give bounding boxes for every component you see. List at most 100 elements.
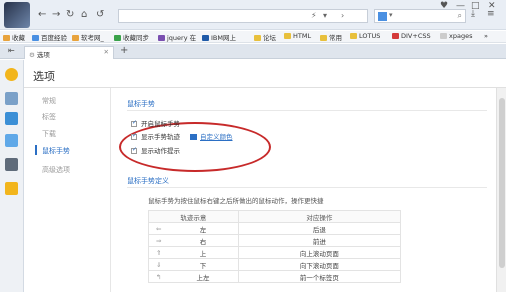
site-icon bbox=[392, 33, 399, 39]
page-icon bbox=[440, 33, 447, 39]
sidebar-toggle-icon[interactable]: ⇤ bbox=[8, 46, 15, 55]
settings-nav: 常规 标签 下载 鼠标手势 高级选项 bbox=[24, 88, 110, 292]
weibo-icon[interactable] bbox=[5, 92, 18, 105]
active-indicator bbox=[35, 145, 37, 155]
nav-item-advanced[interactable]: 高级选项 bbox=[42, 165, 70, 175]
section-title-gestures: 鼠标手势 bbox=[127, 100, 155, 108]
scrollbar-thumb[interactable] bbox=[499, 98, 505, 268]
divider bbox=[127, 187, 487, 188]
forward-icon[interactable]: → bbox=[52, 9, 60, 20]
close-window-icon[interactable]: ✕ bbox=[488, 1, 496, 11]
image-icon[interactable] bbox=[5, 112, 18, 125]
table-row: ⇐ 左 后退 bbox=[148, 222, 402, 235]
custom-color-link[interactable]: 自定义颜色 bbox=[200, 133, 233, 141]
folder-icon bbox=[350, 33, 357, 39]
bookmark-item[interactable]: IBM网上 bbox=[202, 32, 236, 42]
reader-icon[interactable] bbox=[5, 158, 18, 171]
track-cell: 左 bbox=[168, 222, 239, 235]
app-icon[interactable] bbox=[5, 182, 18, 195]
column-header: 对应操作 bbox=[237, 210, 402, 223]
show-action-hint-option[interactable]: 显示动作提示 bbox=[131, 145, 180, 155]
track-cell: 上左 bbox=[168, 270, 239, 283]
search-icon[interactable]: ⌕ bbox=[458, 11, 462, 21]
nav-item-general[interactable]: 常规 bbox=[42, 96, 56, 106]
enable-gestures-option[interactable]: 开启鼠标手势 bbox=[131, 118, 180, 128]
maximize-icon[interactable]: □ bbox=[471, 1, 480, 11]
sidebar bbox=[0, 60, 24, 292]
tab-options[interactable]: ⚙ 选项 ✕ bbox=[24, 46, 114, 59]
bookmark-item[interactable]: 论坛 bbox=[254, 32, 276, 42]
bookmark-item[interactable]: 收藏同步 bbox=[114, 32, 149, 42]
close-tab-icon[interactable]: ✕ bbox=[104, 48, 109, 56]
bookmark-item[interactable]: HTML bbox=[284, 32, 311, 40]
search-engine-dropdown-icon[interactable]: ▾ bbox=[389, 11, 393, 19]
column-header: 轨迹示意 bbox=[148, 210, 239, 223]
checkbox[interactable] bbox=[131, 119, 137, 127]
ibm-icon bbox=[202, 35, 209, 41]
lightning-icon[interactable]: ⚡ bbox=[311, 11, 317, 20]
back-icon[interactable]: ← bbox=[38, 9, 46, 20]
bookmark-item[interactable]: 收藏 bbox=[3, 32, 25, 42]
bookmark-overflow[interactable]: » bbox=[484, 32, 488, 40]
track-cell: 下 bbox=[168, 258, 239, 271]
star-icon bbox=[3, 35, 10, 41]
track-cell: 右 bbox=[168, 234, 239, 247]
browser-logo bbox=[4, 2, 30, 28]
bookmark-item[interactable]: jquery 在 bbox=[158, 32, 196, 42]
action-cell[interactable]: 前进 bbox=[237, 234, 402, 247]
bookmark-bar: 收藏 百度经验 软考网_ 收藏同步 jquery 在 IBM网上 论坛 HTML… bbox=[0, 31, 506, 43]
tab-bar: ⇤ ⚙ 选项 ✕ + bbox=[0, 44, 506, 59]
home-icon[interactable]: ⌂ bbox=[81, 9, 87, 20]
address-bar[interactable]: ⚡ ▾ › bbox=[118, 9, 368, 23]
bookmark-item[interactable]: 百度经验 bbox=[32, 32, 67, 42]
color-swatch[interactable] bbox=[190, 134, 197, 140]
refresh-icon[interactable]: ↻ bbox=[66, 9, 74, 20]
section-title-definitions: 鼠标手势定义 bbox=[127, 177, 169, 185]
bookmark-item[interactable]: xpages bbox=[440, 32, 472, 40]
folder-icon bbox=[254, 35, 261, 41]
table-row: ⇑ 上 向上滚动页面 bbox=[148, 246, 402, 259]
table-header-row: 轨迹示意 对应操作 bbox=[148, 210, 402, 223]
folder-icon bbox=[320, 35, 327, 41]
checkbox[interactable] bbox=[131, 146, 137, 154]
bookmark-item[interactable]: 常用 bbox=[320, 32, 342, 42]
nav-item-tabs[interactable]: 标签 bbox=[42, 112, 56, 122]
table-row: ↰ 上左 前一个标签页 bbox=[148, 270, 402, 283]
notes-icon[interactable] bbox=[5, 134, 18, 147]
go-icon[interactable]: › bbox=[341, 11, 344, 20]
table-row: ⇒ 右 前进 bbox=[148, 234, 402, 247]
page-title: 选项 bbox=[33, 70, 55, 83]
table-row: ⇓ 下 向下滚动页面 bbox=[148, 258, 402, 271]
new-tab-icon[interactable]: + bbox=[120, 45, 128, 56]
favorite-window-icon[interactable]: ♥ bbox=[440, 1, 448, 11]
folder-icon bbox=[72, 35, 79, 41]
favorites-star-icon[interactable] bbox=[5, 68, 18, 81]
gesture-description: 鼠标手势为按住鼠标右键之后所做出的鼠标动作，操作更快捷 bbox=[148, 197, 324, 205]
search-box[interactable]: ▾ ⌕ bbox=[374, 9, 466, 23]
arrow-right-icon: ⇒ bbox=[148, 234, 169, 247]
address-dropdown-icon[interactable]: ▾ bbox=[323, 11, 327, 20]
page-header: 选项 bbox=[24, 60, 506, 88]
tab-label: 选项 bbox=[36, 51, 50, 59]
nav-item-mouse-gestures[interactable]: 鼠标手势 bbox=[42, 146, 70, 156]
undo-close-icon[interactable]: ↺ bbox=[96, 9, 104, 20]
action-cell[interactable]: 前一个标签页 bbox=[237, 270, 402, 283]
action-cell[interactable]: 后退 bbox=[237, 222, 402, 235]
search-engine-icon[interactable] bbox=[378, 12, 387, 21]
action-cell[interactable]: 向上滚动页面 bbox=[237, 246, 402, 259]
divider bbox=[127, 110, 487, 111]
browser-toolbar: ← → ↻ ⌂ ↺ ⚡ ▾ › ▾ ⌕ ⤓ ≡ ♥ — □ ✕ bbox=[0, 0, 506, 30]
action-cell[interactable]: 向下滚动页面 bbox=[237, 258, 402, 271]
checkbox[interactable] bbox=[131, 132, 137, 140]
folder-icon bbox=[284, 33, 291, 39]
show-trail-option[interactable]: 显示手势轨迹自定义颜色 bbox=[131, 131, 233, 141]
nav-item-downloads[interactable]: 下载 bbox=[42, 129, 56, 139]
minimize-icon[interactable]: — bbox=[456, 1, 465, 11]
bookmark-item[interactable]: LOTUS bbox=[350, 32, 380, 40]
bookmark-item[interactable]: 软考网_ bbox=[72, 32, 104, 42]
bookmark-item[interactable]: DIV+CSS bbox=[392, 32, 431, 40]
sync-icon bbox=[114, 35, 121, 41]
scrollbar[interactable] bbox=[496, 88, 506, 292]
gear-icon: ⚙ bbox=[29, 51, 35, 59]
folder-icon bbox=[32, 35, 39, 41]
